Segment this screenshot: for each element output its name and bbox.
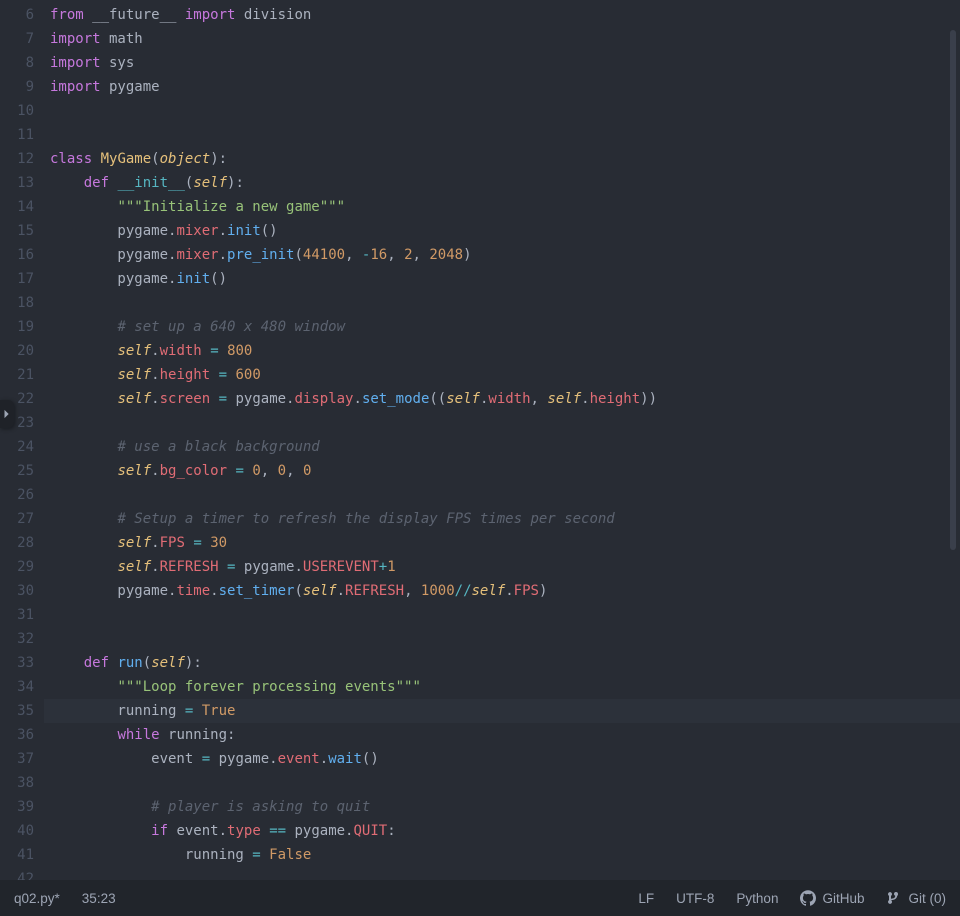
code-line[interactable]: from __future__ import division (50, 3, 960, 27)
line-number: 6 (0, 3, 44, 27)
code-line[interactable]: # set up a 640 x 480 window (50, 315, 960, 339)
code-line[interactable]: running = True (50, 699, 960, 723)
code-line[interactable]: self.FPS = 30 (50, 531, 960, 555)
panel-expand-handle[interactable] (0, 400, 14, 428)
line-number: 34 (0, 675, 44, 699)
code-line[interactable]: self.height = 600 (50, 363, 960, 387)
line-number: 10 (0, 99, 44, 123)
github-icon (800, 890, 816, 906)
line-number: 14 (0, 195, 44, 219)
line-number: 38 (0, 771, 44, 795)
line-number: 27 (0, 507, 44, 531)
line-number: 11 (0, 123, 44, 147)
line-number: 30 (0, 579, 44, 603)
code-line[interactable] (50, 411, 960, 435)
code-line[interactable]: """Initialize a new game""" (50, 195, 960, 219)
code-line[interactable]: # use a black background (50, 435, 960, 459)
git-branch-icon (886, 890, 902, 906)
code-line[interactable]: pygame.init() (50, 267, 960, 291)
line-number: 36 (0, 723, 44, 747)
code-line[interactable]: import math (50, 27, 960, 51)
code-line[interactable] (50, 123, 960, 147)
code-line[interactable] (50, 603, 960, 627)
code-line[interactable]: pygame.mixer.init() (50, 219, 960, 243)
line-number: 18 (0, 291, 44, 315)
code-line[interactable]: """Loop forever processing events""" (50, 675, 960, 699)
status-git[interactable]: Git (0) (886, 890, 946, 906)
line-number: 8 (0, 51, 44, 75)
chevron-right-icon (2, 409, 12, 419)
code-line[interactable] (50, 771, 960, 795)
code-line[interactable]: self.width = 800 (50, 339, 960, 363)
code-line[interactable] (50, 99, 960, 123)
line-number: 37 (0, 747, 44, 771)
code-area[interactable]: from __future__ import divisionimport ma… (44, 0, 960, 880)
code-line[interactable]: self.bg_color = 0, 0, 0 (50, 459, 960, 483)
line-number: 40 (0, 819, 44, 843)
code-line[interactable]: pygame.time.set_timer(self.REFRESH, 1000… (50, 579, 960, 603)
status-github-label: GitHub (822, 891, 864, 906)
line-number: 31 (0, 603, 44, 627)
status-github[interactable]: GitHub (800, 890, 864, 906)
line-number: 39 (0, 795, 44, 819)
line-number: 26 (0, 483, 44, 507)
line-number-gutter: 6789101112131415161718192021222324252627… (0, 0, 44, 880)
code-editor[interactable]: 6789101112131415161718192021222324252627… (0, 0, 960, 880)
code-line[interactable]: # player is asking to quit (50, 795, 960, 819)
line-number: 29 (0, 555, 44, 579)
code-line[interactable]: self.REFRESH = pygame.USEREVENT+1 (50, 555, 960, 579)
line-number: 41 (0, 843, 44, 867)
line-number: 25 (0, 459, 44, 483)
line-number: 15 (0, 219, 44, 243)
scrollbar-thumb[interactable] (950, 30, 956, 550)
scrollbar-track[interactable] (950, 0, 958, 880)
line-number: 32 (0, 627, 44, 651)
code-line[interactable] (50, 291, 960, 315)
line-number: 12 (0, 147, 44, 171)
code-line[interactable]: # Setup a timer to refresh the display F… (50, 507, 960, 531)
code-line[interactable]: pygame.mixer.pre_init(44100, -16, 2, 204… (50, 243, 960, 267)
line-number: 13 (0, 171, 44, 195)
line-number: 35 (0, 699, 44, 723)
line-number: 7 (0, 27, 44, 51)
code-line[interactable]: import sys (50, 51, 960, 75)
line-number: 21 (0, 363, 44, 387)
code-line[interactable]: while running: (50, 723, 960, 747)
line-number: 24 (0, 435, 44, 459)
line-number: 17 (0, 267, 44, 291)
line-number: 19 (0, 315, 44, 339)
line-number: 33 (0, 651, 44, 675)
status-git-label: Git (0) (908, 891, 946, 906)
code-line[interactable] (50, 483, 960, 507)
status-cursor-position[interactable]: 35:23 (82, 891, 116, 906)
status-filename[interactable]: q02.py* (14, 891, 60, 906)
status-bar: q02.py* 35:23 LF UTF-8 Python GitHub Git… (0, 880, 960, 916)
code-line[interactable]: event = pygame.event.wait() (50, 747, 960, 771)
code-line[interactable]: if event.type == pygame.QUIT: (50, 819, 960, 843)
line-number: 9 (0, 75, 44, 99)
code-line[interactable]: def __init__(self): (50, 171, 960, 195)
code-line[interactable]: def run(self): (50, 651, 960, 675)
line-number: 16 (0, 243, 44, 267)
code-line[interactable]: running = False (50, 843, 960, 867)
code-line[interactable]: import pygame (50, 75, 960, 99)
line-number: 28 (0, 531, 44, 555)
code-line[interactable]: class MyGame(object): (50, 147, 960, 171)
status-language[interactable]: Python (736, 891, 778, 906)
code-line[interactable] (50, 627, 960, 651)
line-number: 20 (0, 339, 44, 363)
code-line[interactable]: self.screen = pygame.display.set_mode((s… (50, 387, 960, 411)
status-encoding[interactable]: UTF-8 (676, 891, 714, 906)
status-line-ending[interactable]: LF (638, 891, 654, 906)
